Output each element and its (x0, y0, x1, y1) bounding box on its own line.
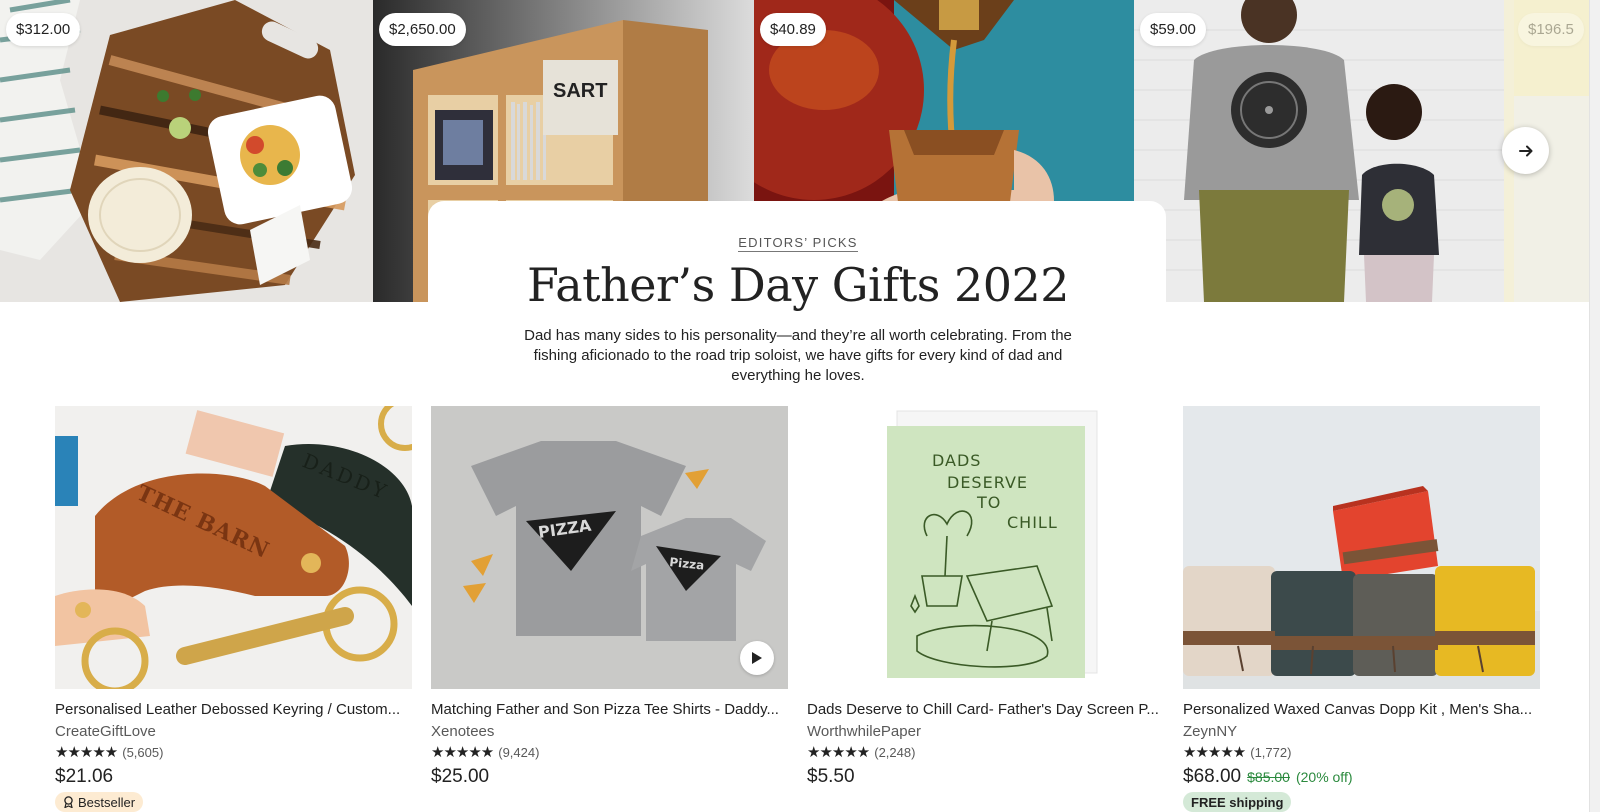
card-headline-text: DESERVE (947, 473, 1028, 492)
card-headline-text: CHILL (1007, 513, 1058, 532)
product-title[interactable]: Matching Father and Son Pizza Tee Shirts… (431, 701, 788, 719)
hero-price-badge: $40.89 (760, 13, 826, 46)
review-count: (5,605) (122, 745, 164, 760)
price-row: $68.00 $85.00 (20% off) (1183, 766, 1540, 788)
review-count: (9,424) (498, 745, 540, 760)
product-rating: ★★★★★ (1,772) (1183, 745, 1540, 761)
price-row: $25.00 (431, 766, 788, 788)
discount-label: (20% off) (1295, 769, 1353, 785)
product-title[interactable]: Personalized Waxed Canvas Dopp Kit , Men… (1183, 701, 1540, 719)
chill-card-image: DADS DESERVE TO CHILL (807, 406, 1164, 689)
product-card[interactable]: DADDY THE BARN Personalised Leather Debo… (55, 406, 412, 812)
shop-name[interactable]: WorthwhilePaper (807, 723, 1164, 741)
shop-name[interactable]: Xenotees (431, 723, 788, 741)
product-rating: ★★★★★ (9,424) (431, 745, 788, 761)
page-title: Father’s Day Gifts 2022 (526, 258, 1070, 312)
hero-price-badge: $312.00 (6, 13, 81, 46)
star-rating-icon: ★★★★★ (431, 744, 494, 761)
hero-price-badge: $196.5 (1518, 13, 1584, 46)
original-price: $85.00 (1247, 769, 1290, 785)
price-row: $21.06 (55, 766, 412, 788)
product-card[interactable]: PIZZA Pizza Matching Father and Son Pizz… (431, 406, 788, 788)
star-rating-icon: ★★★★★ (1183, 744, 1246, 761)
review-count: (2,248) (874, 745, 916, 760)
play-video-button[interactable] (740, 641, 774, 675)
leather-keyring-image: DADDY THE BARN (55, 406, 412, 689)
star-rating-icon: ★★★★★ (807, 744, 870, 761)
hero-item-record-tees[interactable]: $59.00 (1134, 0, 1514, 302)
hero-item-cutting-board[interactable]: $312.00 (0, 0, 373, 302)
hero-price-badge: $2,650.00 (379, 13, 466, 46)
product-rating: ★★★★★ (2,248) (807, 745, 1164, 761)
review-count: (1,772) (1250, 745, 1292, 760)
product-price: $68.00 (1183, 766, 1242, 787)
pizza-tees-image: PIZZA Pizza (431, 406, 788, 689)
arrow-right-icon (1518, 145, 1532, 156)
shop-name[interactable]: ZeynNY (1183, 723, 1540, 741)
card-headline-text: TO (976, 493, 1001, 512)
product-card[interactable]: DADS DESERVE TO CHILL Dads Deserve to Ch… (807, 406, 1164, 788)
badge-label: Bestseller (78, 794, 136, 810)
product-image[interactable]: PIZZA Pizza (431, 406, 788, 689)
card-headline-text: DADS (932, 451, 981, 470)
product-image[interactable]: DADDY THE BARN (55, 406, 412, 689)
dopp-kit-image (1183, 406, 1540, 689)
editors-picks-link[interactable]: EDITORS’ PICKS (0, 235, 1596, 252)
badge-label: FREE shipping (1191, 794, 1284, 810)
carousel-next-button[interactable] (1502, 127, 1549, 174)
product-price: $5.50 (807, 766, 855, 787)
page-intro: Dad has many sides to his personality—an… (524, 327, 1072, 384)
product-price: $25.00 (431, 766, 490, 787)
award-ribbon-icon (64, 796, 73, 808)
product-rating: ★★★★★ (5,605) (55, 745, 412, 761)
price-row: $5.50 (807, 766, 1164, 788)
hero-price-badge: $59.00 (1140, 13, 1206, 46)
product-title[interactable]: Dads Deserve to Chill Card- Father's Day… (807, 701, 1164, 719)
free-shipping-badge: FREE shipping (1183, 792, 1292, 812)
star-rating-icon: ★★★★★ (55, 744, 118, 761)
product-price: $21.06 (55, 766, 114, 787)
product-image[interactable] (1183, 406, 1540, 689)
product-card[interactable]: Personalized Waxed Canvas Dopp Kit , Men… (1183, 406, 1540, 812)
page-scrollbar[interactable] (1589, 0, 1600, 812)
product-title[interactable]: Personalised Leather Debossed Keyring / … (55, 701, 412, 719)
shelf-record-title-text: SART (553, 80, 607, 102)
play-icon (752, 652, 762, 664)
bestseller-badge: Bestseller (55, 792, 144, 812)
shop-name[interactable]: CreateGiftLove (55, 723, 412, 741)
product-image[interactable]: DADS DESERVE TO CHILL (807, 406, 1164, 689)
